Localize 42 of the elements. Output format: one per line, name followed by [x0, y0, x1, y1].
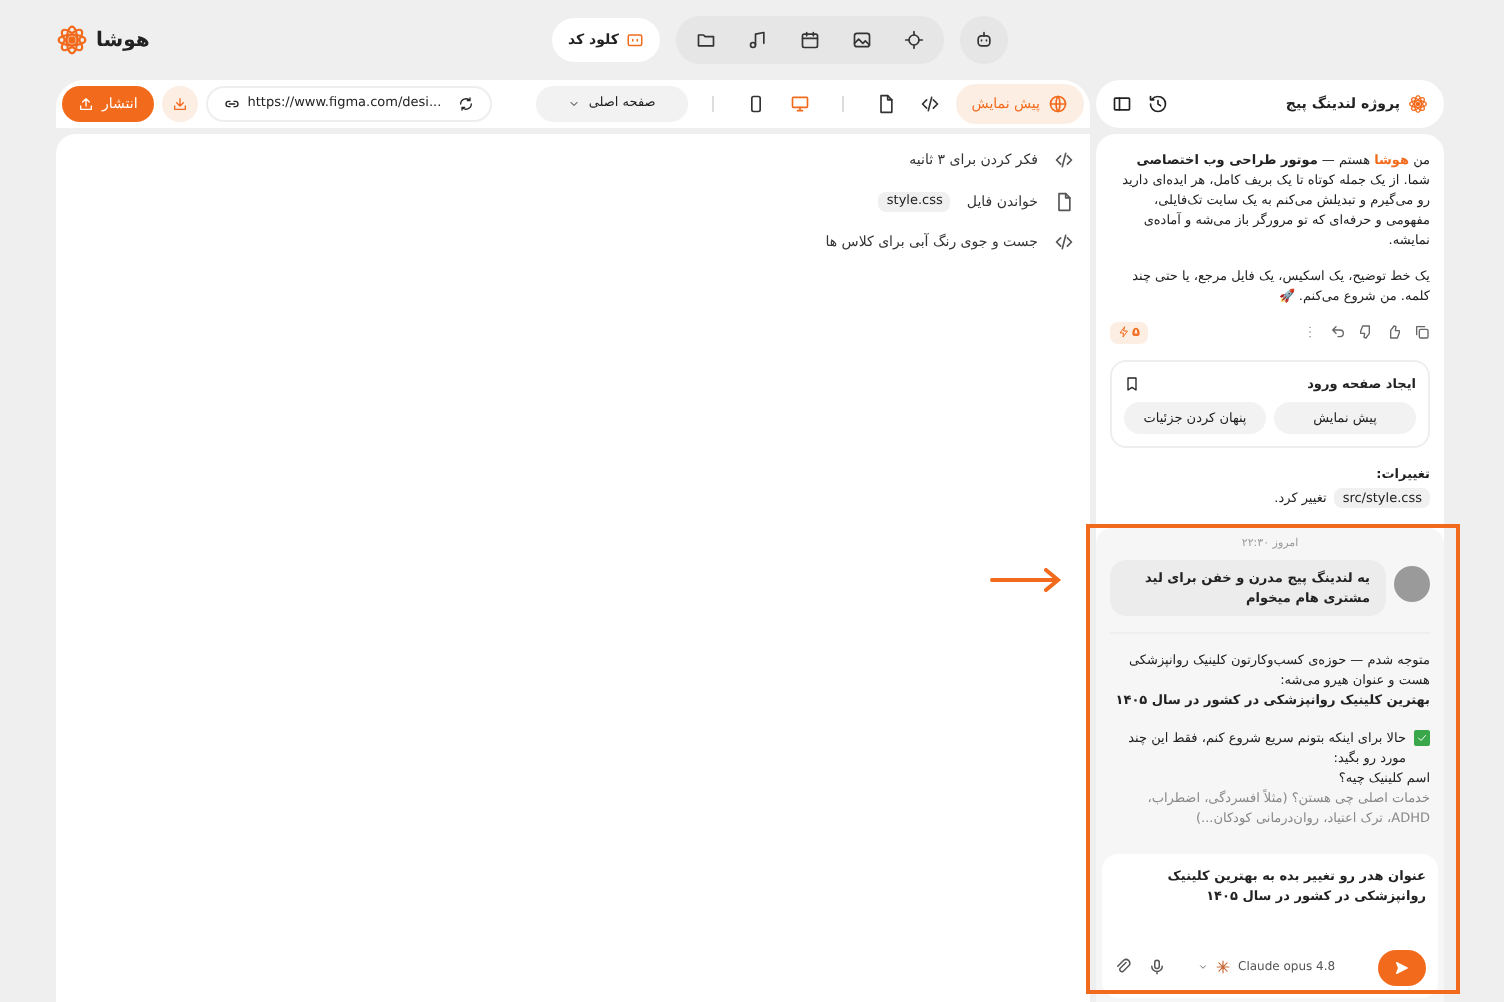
image-icon [852, 30, 873, 50]
code-icon [1054, 150, 1074, 171]
sparkle-icon [1216, 960, 1230, 975]
bolt-icon [1118, 326, 1130, 339]
link-icon [223, 96, 240, 112]
target-icon [904, 30, 925, 50]
arrow-icon [988, 568, 1064, 592]
download-button[interactable] [161, 86, 198, 122]
sidebar-button[interactable] [1112, 94, 1132, 114]
undo-icon[interactable] [1330, 324, 1346, 341]
music-icon [748, 30, 769, 50]
folder-icon [696, 30, 717, 50]
logo-icon [56, 24, 88, 56]
sidebar-icon [1112, 94, 1132, 114]
mic-icon[interactable] [1148, 958, 1166, 977]
thumbs-up-icon[interactable] [1386, 324, 1402, 341]
avatar [1394, 566, 1430, 603]
code-icon [1054, 232, 1074, 253]
bookmark-icon[interactable] [1124, 375, 1140, 392]
code-icon [919, 94, 940, 114]
caret-icon [1198, 962, 1208, 973]
download-icon [171, 96, 188, 112]
thumbs-down-icon[interactable] [1358, 324, 1374, 341]
copy-icon[interactable] [1414, 324, 1430, 341]
phone-icon [745, 94, 766, 114]
upload-icon [78, 96, 94, 112]
send-button[interactable] [1378, 950, 1426, 986]
refresh-icon[interactable] [457, 96, 474, 112]
calendar-icon [800, 30, 821, 50]
globe-icon [1048, 94, 1068, 114]
attach-icon[interactable] [1114, 958, 1132, 977]
robot-icon [974, 30, 995, 50]
history-button[interactable] [1148, 94, 1168, 114]
history-icon [1148, 94, 1168, 114]
file-icon [875, 94, 896, 114]
chat-icon [626, 31, 645, 49]
app-name: هوشا [96, 27, 150, 55]
send-icon [1394, 960, 1410, 976]
logo-icon [1408, 94, 1428, 114]
caret-icon [568, 98, 581, 110]
file-icon [1054, 191, 1074, 212]
desktop-icon [789, 94, 810, 114]
